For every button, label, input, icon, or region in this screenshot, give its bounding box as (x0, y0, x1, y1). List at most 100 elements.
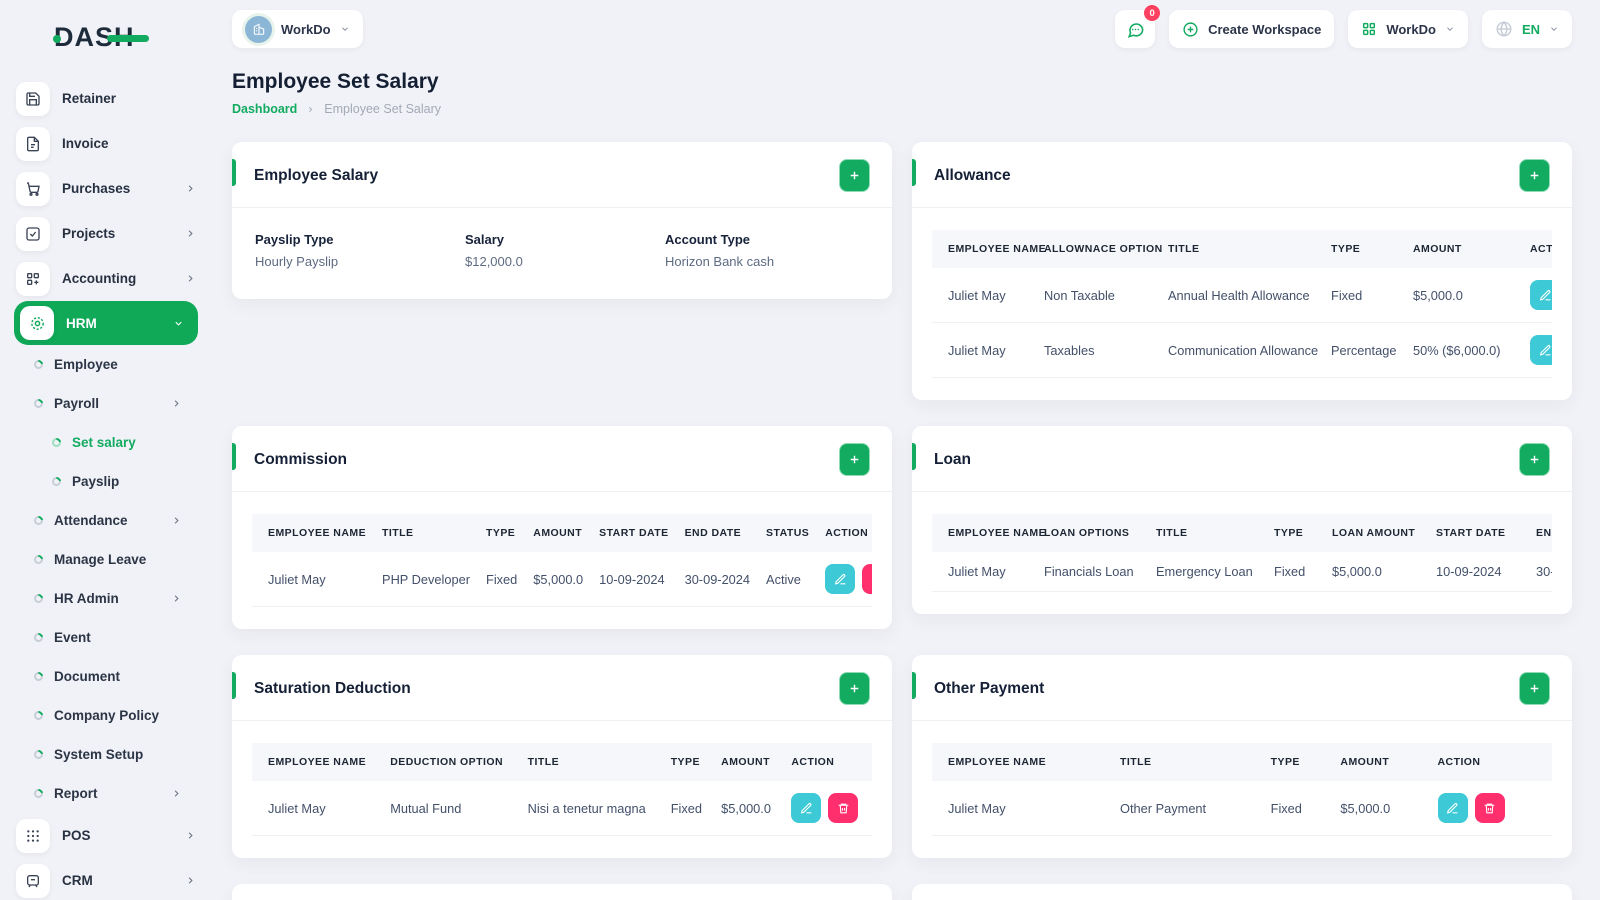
col-header: End Date (676, 514, 759, 552)
allowance-table: Employee Name Allownace Option Title Typ… (932, 230, 1552, 378)
sidebar-item-pos[interactable]: POS (0, 813, 212, 858)
sidebar-item-label: POS (62, 828, 91, 843)
other-payment-table: Employee Name Title Type Amount Action J… (932, 743, 1552, 836)
sidebar-item-projects[interactable]: Projects (0, 211, 212, 256)
sidebar-item-label: Purchases (62, 181, 131, 196)
add-commission-button[interactable] (839, 443, 870, 476)
sidebar-item-set-salary[interactable]: Set salary (0, 423, 212, 462)
bullet-icon (32, 631, 45, 644)
create-workspace-label: Create Workspace (1208, 21, 1322, 37)
chevron-right-icon (185, 875, 196, 886)
card-title: Saturation Deduction (254, 679, 411, 697)
field-label: Payslip Type (255, 232, 334, 247)
sidebar-item-label: Set salary (72, 435, 136, 450)
cell: Nisi a tenetur magna (519, 781, 663, 836)
sidebar-item-event[interactable]: Event (0, 618, 212, 657)
sidebar-item-payslip[interactable]: Payslip (0, 462, 212, 501)
language-code: EN (1521, 21, 1540, 37)
workspace-dropdown[interactable]: WorkDo (1348, 10, 1468, 48)
col-header: Allownace Option (1036, 230, 1162, 268)
sidebar-menu: Retainer Invoice Purchases Projects Acco… (0, 76, 212, 900)
create-workspace-button[interactable]: Create Workspace (1169, 10, 1335, 48)
delete-button[interactable] (828, 793, 859, 823)
edit-button[interactable] (1530, 335, 1552, 365)
card-title: Commission (254, 450, 348, 468)
delete-button[interactable] (862, 564, 872, 594)
sidebar-item-label: Projects (62, 226, 116, 241)
bullet-icon (32, 787, 45, 800)
cell: Fixed (1323, 268, 1405, 323)
workspace-selector[interactable]: WorkDo (232, 10, 363, 48)
breadcrumb-dashboard-link[interactable]: Dashboard (232, 102, 297, 116)
crm-icon (16, 863, 50, 898)
sidebar-item-accounting[interactable]: Accounting (0, 256, 212, 301)
add-saturation-deduction-button[interactable] (839, 672, 870, 705)
col-header: Action (1429, 743, 1552, 781)
sidebar-item-label: Invoice (62, 136, 109, 151)
messages-button[interactable]: 0 (1115, 5, 1161, 48)
col-header: Type (478, 514, 526, 552)
add-allowance-button[interactable] (1519, 159, 1550, 192)
sidebar-item-employee[interactable]: Employee (0, 345, 212, 384)
edit-button[interactable] (791, 793, 822, 823)
bullet-icon (32, 553, 45, 566)
col-header: Start Date (591, 514, 677, 552)
sidebar-item-manage-leave[interactable]: Manage Leave (0, 540, 212, 579)
chevron-right-icon (185, 273, 196, 284)
add-loan-button[interactable] (1519, 443, 1550, 476)
sidebar-item-retainer[interactable]: Retainer (0, 76, 212, 121)
bullet-icon (32, 358, 45, 371)
chat-icon (1126, 20, 1145, 39)
sidebar-item-label: CRM (62, 873, 93, 888)
chevron-right-icon (171, 398, 182, 409)
cell: Juliet May (932, 552, 1036, 592)
sidebar-item-hrm[interactable]: HRM (14, 301, 198, 345)
sidebar-item-payroll[interactable]: Payroll (0, 384, 212, 423)
delete-button[interactable] (1474, 793, 1505, 823)
card-header: Company Contribution (912, 884, 1572, 900)
chevron-down-icon (1445, 24, 1455, 34)
cards-grid: Employee Salary Payslip Type Hourly Pays… (232, 142, 1572, 900)
employee-salary-card: Employee Salary Payslip Type Hourly Pays… (232, 142, 892, 299)
language-selector[interactable]: EN (1481, 10, 1572, 48)
col-header: Employee Name (932, 230, 1046, 268)
sidebar-item-hr-admin[interactable]: HR Admin (0, 579, 212, 618)
edit-button[interactable] (1437, 793, 1468, 823)
col-header: Employee Name (932, 743, 1113, 781)
col-header: Title (1160, 230, 1323, 268)
edit-button[interactable] (1530, 280, 1552, 310)
table-header-row: Employee Name Loan Options Title Type Lo… (932, 514, 1552, 552)
chevron-right-icon (306, 105, 315, 114)
add-employee-salary-button[interactable] (839, 159, 870, 192)
sidebar-item-label: Company Policy (54, 708, 160, 723)
table-header-row: Employee Name Title Type Amount Start Da… (252, 514, 872, 552)
sidebar-item-invoice[interactable]: Invoice (0, 121, 212, 166)
add-other-payment-button[interactable] (1519, 672, 1550, 705)
bullet-icon (32, 514, 45, 527)
col-header: Deduction Option (382, 743, 520, 781)
table-row: Juliet May Other Payment Fixed $5,000.0 (932, 781, 1552, 836)
sidebar-item-attendance[interactable]: Attendance (0, 501, 212, 540)
cell: 30-09-2024 (676, 552, 759, 607)
employee-salary-details: Payslip Type Hourly Payslip Salary $12,0… (232, 208, 892, 299)
chevron-down-icon (173, 318, 184, 329)
sidebar-item-purchases[interactable]: Purchases (0, 166, 212, 211)
cell: Mutual Fund (382, 781, 520, 836)
bullet-icon (50, 436, 63, 449)
sidebar-item-label: Attendance (54, 513, 128, 528)
sidebar-item-document[interactable]: Document (0, 657, 212, 696)
sidebar-item-company-policy[interactable]: Company Policy (0, 696, 212, 735)
sidebar-item-system-setup[interactable]: System Setup (0, 735, 212, 774)
sidebar-item-crm[interactable]: CRM (0, 858, 212, 900)
edit-button[interactable] (825, 564, 856, 594)
brand-logo[interactable]: DASH (0, 14, 212, 60)
col-header: Action (817, 514, 872, 552)
sidebar-item-report[interactable]: Report (0, 774, 212, 813)
bullet-icon (32, 748, 45, 761)
chevron-down-icon (340, 24, 350, 34)
col-header: Title (519, 743, 663, 781)
sidebar-item-label: HR Admin (54, 591, 119, 606)
cell: Communication Allowance (1160, 322, 1323, 378)
cell: Taxables (1036, 322, 1160, 378)
card-header: Overtime (232, 884, 892, 900)
